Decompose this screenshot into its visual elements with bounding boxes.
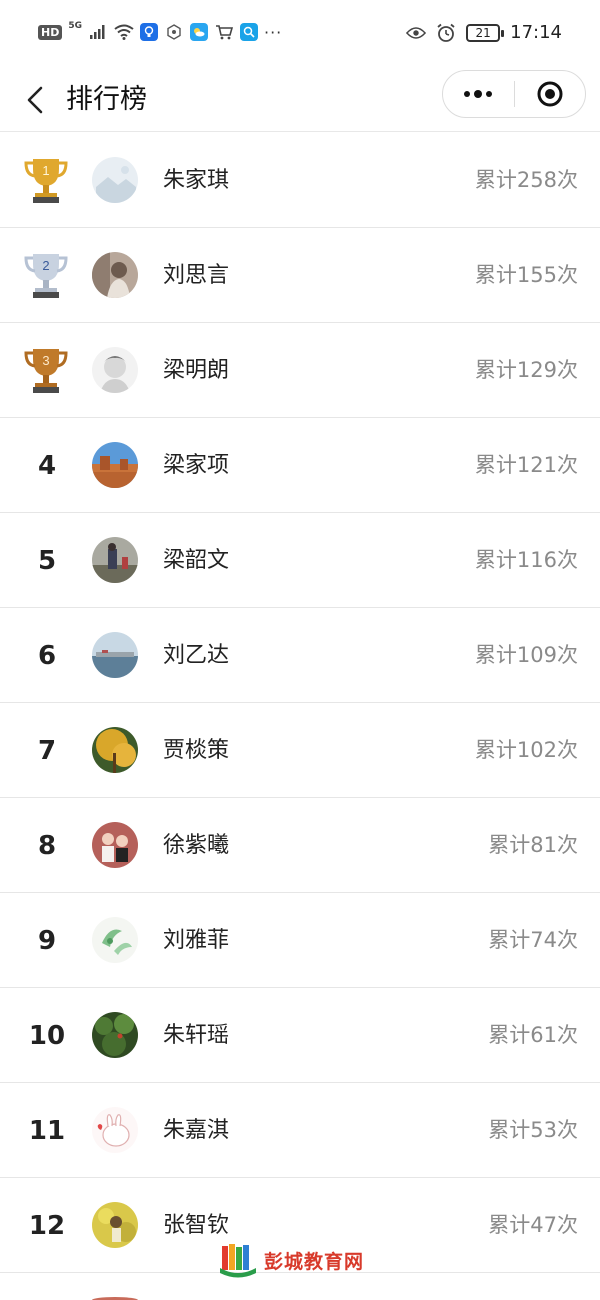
trophy-rank-label: 3 (42, 353, 49, 368)
target-icon (537, 81, 563, 107)
hd-badge: HD (38, 24, 63, 40)
total-count: 累计155次 (474, 263, 578, 287)
total-count: 累计121次 (474, 453, 578, 477)
avatar (92, 917, 138, 963)
rank-number: 8 (37, 830, 57, 861)
watermark: 彭城教育网 (218, 1242, 364, 1278)
trophy-rank-label: 1 (42, 163, 49, 178)
avatar (92, 252, 138, 298)
bronze-trophy-icon: 3 (24, 349, 68, 393)
ranking-row[interactable]: 9 刘雅菲 累计74次 (0, 893, 600, 988)
ranking-row[interactable]: 5 梁韶文 累计116次 (0, 513, 600, 608)
search-app-icon (240, 23, 258, 41)
status-bar: HD 5G ··· 21 17:14 (0, 0, 600, 68)
avatar (92, 822, 138, 868)
more-dots-icon (464, 90, 493, 98)
mini-program-capsule (442, 70, 586, 118)
gold-trophy-icon: 1 (24, 159, 68, 203)
hexagon-app-icon (164, 22, 184, 42)
battery-icon: 21 (466, 23, 505, 42)
user-name: 刘乙达 (163, 643, 230, 668)
silver-trophy-icon: 2 (24, 254, 68, 298)
rank-number: 12 (28, 1210, 66, 1241)
status-left: HD 5G ··· (38, 21, 283, 42)
signal-icon (88, 22, 108, 42)
user-name: 朱家琪 (163, 168, 230, 193)
total-count: 累计47次 (488, 1213, 578, 1237)
user-name: 朱轩瑶 (163, 1023, 230, 1048)
avatar (92, 1107, 138, 1153)
total-count: 累计129次 (474, 358, 578, 382)
user-name: 贾棪策 (163, 738, 230, 763)
avatar (92, 1202, 138, 1248)
avatar (92, 347, 138, 393)
avatar (92, 537, 138, 583)
bulb-app-icon (140, 23, 158, 41)
total-count: 累计258次 (474, 168, 578, 192)
avatar (92, 727, 138, 773)
user-name: 梁韶文 (163, 548, 230, 573)
avatar (92, 442, 138, 488)
network-type: 5G (68, 21, 82, 31)
user-name: 梁家项 (163, 453, 230, 478)
ranking-row[interactable]: 3 梁明朗 累计129次 (0, 323, 600, 418)
rank-number: 6 (37, 640, 57, 671)
weather-app-icon (190, 23, 208, 41)
user-name: 刘雅菲 (163, 928, 230, 953)
total-count: 累计53次 (488, 1118, 578, 1142)
total-count: 累计109次 (474, 643, 578, 667)
user-name: 梁明朗 (163, 358, 230, 383)
avatar (92, 632, 138, 678)
total-count: 累计116次 (474, 548, 578, 572)
avatar (92, 157, 138, 203)
book-logo-icon (220, 1244, 256, 1278)
total-count: 累计81次 (488, 833, 578, 857)
chevron-left-icon (27, 86, 43, 114)
more-status-icon: ··· (264, 22, 283, 42)
watermark-text: 彭城教育网 (264, 1250, 365, 1273)
rank-number: 5 (37, 545, 57, 576)
rank-number: 9 (37, 925, 57, 956)
clock: 17:14 (510, 22, 562, 43)
more-button[interactable] (443, 71, 514, 117)
cart-icon (214, 22, 234, 42)
ranking-list: 1 朱家琪 累计258次 2 刘思言 累计155次 3 梁明朗 累计129次 4… (0, 133, 600, 1300)
ranking-row[interactable]: 8 徐紫曦 累计81次 (0, 798, 600, 893)
status-right: 21 17:14 (406, 22, 562, 43)
wifi-icon (114, 22, 134, 42)
close-button[interactable] (515, 71, 586, 117)
user-name: 徐紫曦 (163, 833, 230, 858)
back-button[interactable] (20, 80, 50, 120)
ranking-row[interactable]: 6 刘乙达 累计109次 (0, 608, 600, 703)
eye-icon (406, 23, 427, 43)
total-count: 累计74次 (488, 928, 578, 952)
rank-number: 4 (37, 450, 57, 481)
ranking-row[interactable]: 4 梁家项 累计121次 (0, 418, 600, 513)
nav-bar: 排行榜 (0, 68, 600, 132)
trophy-rank-label: 2 (42, 258, 49, 273)
user-name: 刘思言 (163, 263, 230, 288)
ranking-row[interactable]: 10 朱轩瑶 累计61次 (0, 988, 600, 1083)
ranking-row[interactable]: 1 朱家琪 累计258次 (0, 133, 600, 228)
user-name: 朱嘉淇 (163, 1118, 230, 1143)
rank-number: 10 (28, 1020, 66, 1051)
ranking-row[interactable]: 2 刘思言 累计155次 (0, 228, 600, 323)
alarm-icon (436, 23, 456, 43)
ranking-row[interactable]: 7 贾棪策 累计102次 (0, 703, 600, 798)
total-count: 累计102次 (474, 738, 578, 762)
rank-number: 11 (28, 1115, 66, 1146)
avatar (92, 1012, 138, 1058)
rank-number: 7 (37, 735, 57, 766)
ranking-row[interactable]: 11 朱嘉淇 累计53次 (0, 1083, 600, 1178)
total-count: 累计61次 (488, 1023, 578, 1047)
page-title: 排行榜 (66, 84, 147, 115)
